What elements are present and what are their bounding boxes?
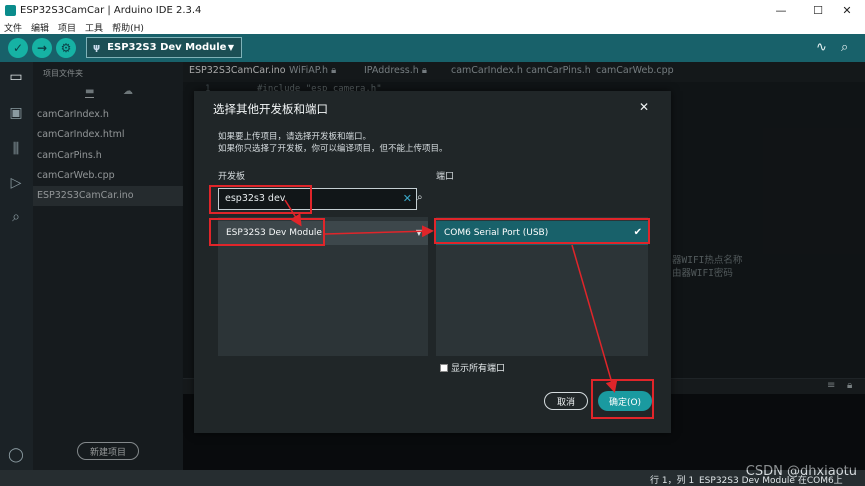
menu-tools[interactable]: 工具 <box>85 21 103 34</box>
folder-icon[interactable]: ▭ <box>7 68 25 86</box>
cancel-button[interactable]: 取消 <box>544 392 588 410</box>
arrow-right-icon: → <box>36 41 48 55</box>
description-line: 如果要上传项目，请选择开发板和端口。 <box>218 132 372 142</box>
window-title: ESP32S3CamCar | Arduino IDE 2.3.4 <box>20 4 202 16</box>
debug-icon[interactable]: ▷ <box>7 174 25 192</box>
close-window-button[interactable]: ✕ <box>829 0 865 20</box>
menu-file[interactable]: 文件 <box>4 21 22 34</box>
clear-icon[interactable]: ✕ <box>403 189 412 209</box>
boards-manager-icon[interactable]: ▣ <box>7 104 25 122</box>
chevron-down-icon: ▼ <box>415 228 422 237</box>
debug-icon: ⚙ <box>60 41 72 55</box>
verify-button[interactable]: ✓ <box>8 38 28 58</box>
account-icon[interactable]: ◯ <box>7 446 25 464</box>
board-selector-label: ESP32S3 Dev Module <box>107 42 227 53</box>
highlight-board-item <box>209 218 325 246</box>
usb-icon: ψ <box>93 42 101 53</box>
dialog-description: 如果要上传项目，请选择开发板和端口。 如果你只选择了开发板，你可以编译项目，但不… <box>218 131 448 155</box>
highlight-port-item <box>434 218 650 244</box>
description-line: 如果你只选择了开发板，你可以编译项目，但不能上传项目。 <box>218 144 448 154</box>
toolbar: ✓ → ⚙ ψ ESP32S3 Dev Module ▼ ∿ ⌕ <box>0 34 865 62</box>
check-icon: ✓ <box>12 41 24 55</box>
arduino-ide-window: ESP32S3CamCar | Arduino IDE 2.3.4 — ☐ ✕ … <box>0 0 865 486</box>
port-label: 端口 <box>436 172 455 182</box>
status-bar: 行 1，列 1 ESP32S3 Dev Module 在COM6上 CSDN @… <box>0 464 865 486</box>
dialog-title: 选择其他开发板和端口 <box>213 102 328 116</box>
activity-rail: ▭ ▣ ⫼ ▷ ⌕ ◯ <box>0 62 33 470</box>
cursor-position: 行 1，列 1 <box>650 476 695 486</box>
debug-button[interactable]: ⚙ <box>56 38 76 58</box>
serial-plotter-icon[interactable]: ∿ <box>816 40 827 55</box>
menu-bar: 文件 编辑 项目 工具 帮助(H) <box>0 20 865 34</box>
minimize-button[interactable]: — <box>763 0 799 20</box>
board-label: 开发板 <box>218 172 246 182</box>
arduino-app-icon <box>5 4 16 16</box>
serial-monitor-icon[interactable]: ⌕ <box>841 40 848 55</box>
menu-edit[interactable]: 编辑 <box>31 21 49 34</box>
menu-help[interactable]: 帮助(H) <box>112 21 144 34</box>
title-bar: ESP32S3CamCar | Arduino IDE 2.3.4 — ☐ ✕ <box>0 0 865 20</box>
close-icon[interactable]: ✕ <box>639 100 649 114</box>
search-icon[interactable]: ⌕ <box>7 208 25 226</box>
board-selector[interactable]: ψ ESP32S3 Dev Module ▼ <box>86 37 242 58</box>
show-all-ports-checkbox[interactable]: 显示所有端口 <box>440 361 505 374</box>
show-all-ports-label: 显示所有端口 <box>451 364 506 374</box>
highlight-ok-button <box>591 379 654 419</box>
library-icon[interactable]: ⫼ <box>7 140 25 158</box>
upload-button[interactable]: → <box>32 38 52 58</box>
checkbox-box[interactable] <box>440 363 448 372</box>
search-icon: ⌕ <box>417 192 423 203</box>
menu-sketch[interactable]: 项目 <box>58 21 76 34</box>
caret-down-icon: ▼ <box>227 43 234 52</box>
highlight-search-box <box>209 185 312 214</box>
